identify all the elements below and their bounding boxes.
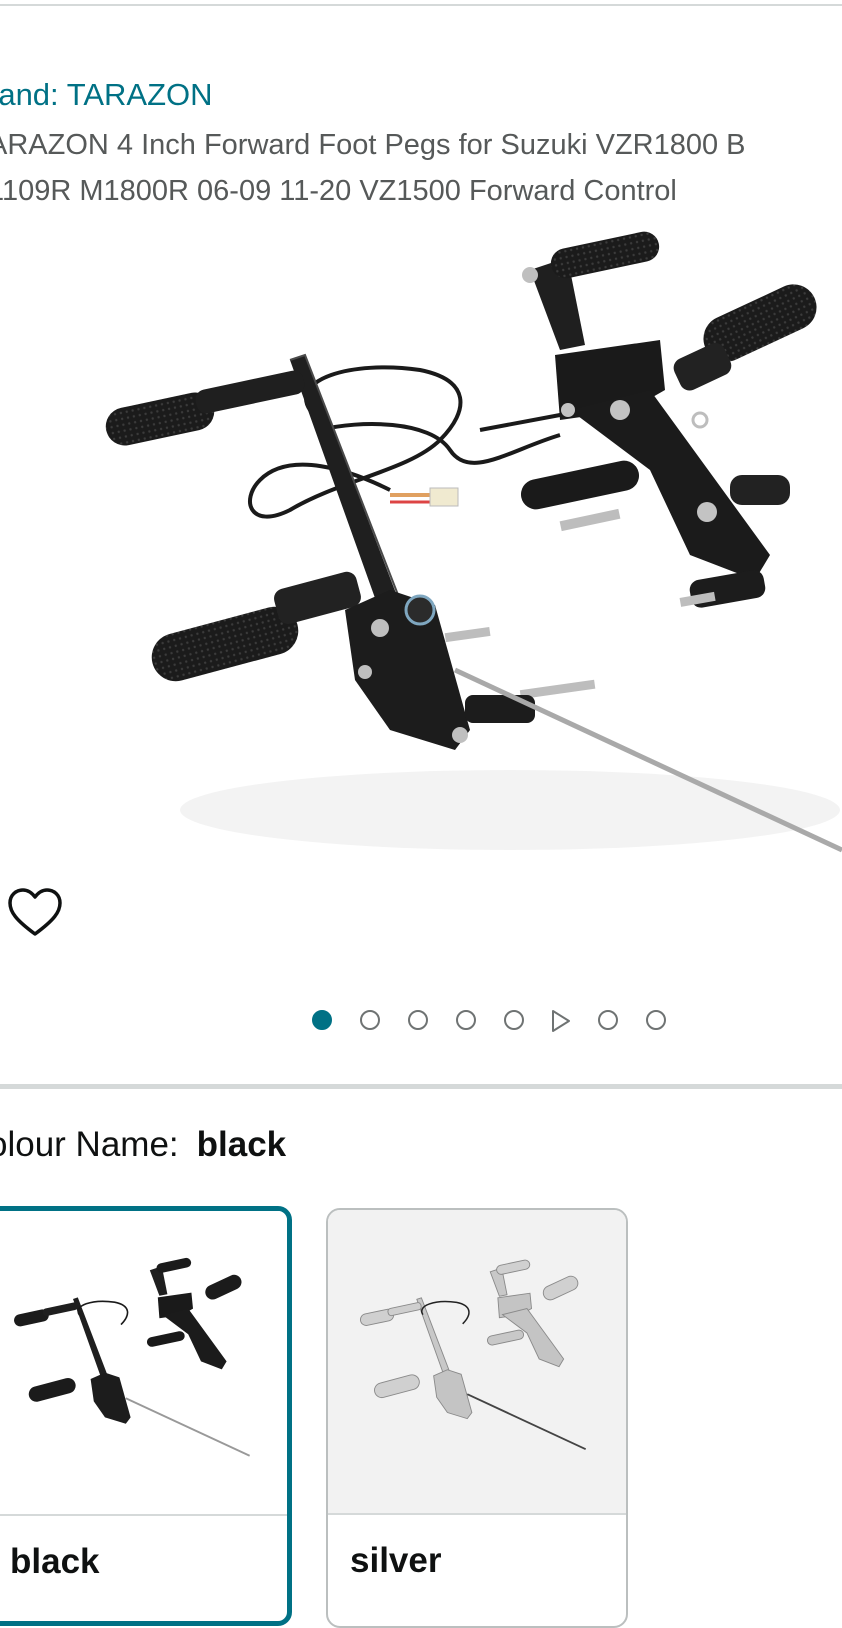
- image-carousel-indicator: [0, 1004, 842, 1036]
- colour-swatch-black[interactable]: black: [0, 1206, 292, 1626]
- play-triangle-icon[interactable]: [550, 1009, 572, 1033]
- carousel-dot-4[interactable]: [456, 1010, 476, 1030]
- carousel-dot-2[interactable]: [360, 1010, 380, 1030]
- swatch-label-black: black: [10, 1542, 100, 1581]
- colour-swatch-silver[interactable]: silver: [326, 1208, 628, 1628]
- colour-name-label: olour Name:: [0, 1125, 179, 1164]
- product-image[interactable]: [90, 210, 842, 890]
- product-title-line-1: ARAZON 4 Inch Forward Foot Pegs for Suzu…: [0, 129, 746, 161]
- swatch-divider: [328, 1513, 626, 1515]
- swatch-image-black: [0, 1211, 287, 1514]
- swatch-label-silver: silver: [350, 1541, 442, 1580]
- heart-outline-icon[interactable]: [6, 886, 64, 940]
- section-divider: [0, 1084, 842, 1089]
- top-divider: [0, 4, 842, 6]
- product-title-line-2: 1109R M1800R 06-09 11-20 VZ1500 Forward …: [0, 175, 677, 207]
- swatch-divider: [0, 1514, 287, 1516]
- brand-link[interactable]: rand: TARAZON: [0, 76, 213, 114]
- colour-name-row: olour Name: black: [0, 1124, 286, 1166]
- colour-name-value: black: [196, 1125, 287, 1164]
- carousel-dot-8[interactable]: [646, 1010, 666, 1030]
- product-title: ARAZON 4 Inch Forward Foot Pegs for Suzu…: [0, 122, 842, 214]
- carousel-dot-7[interactable]: [598, 1010, 618, 1030]
- swatch-image-silver: [328, 1210, 626, 1513]
- carousel-dot-5[interactable]: [504, 1010, 524, 1030]
- carousel-dot-3[interactable]: [408, 1010, 428, 1030]
- carousel-dot-1[interactable]: [312, 1010, 332, 1030]
